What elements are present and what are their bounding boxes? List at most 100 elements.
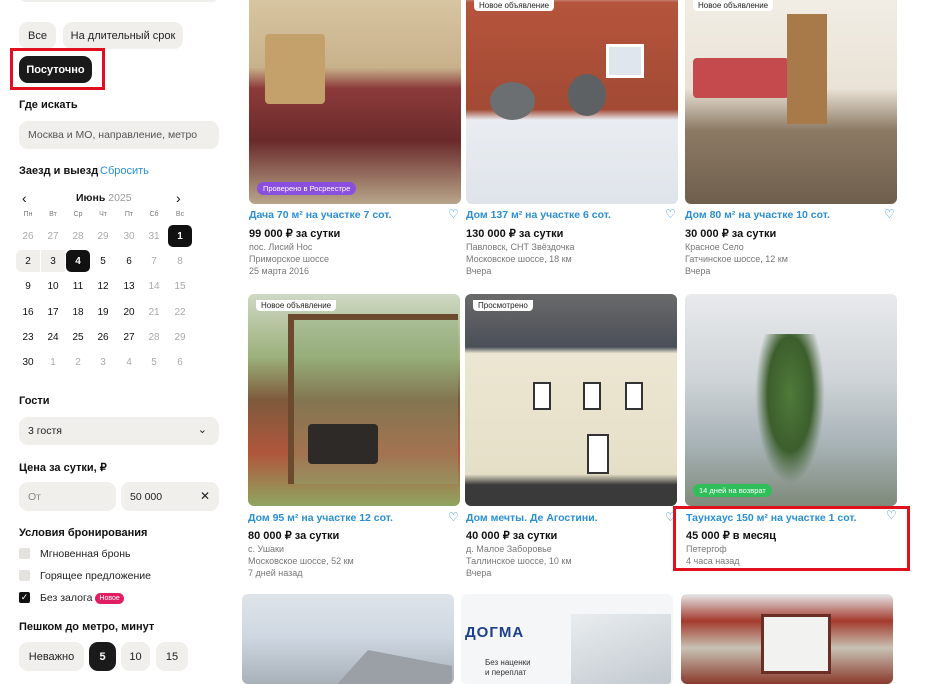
calendar-day[interactable]: 1 [168,225,192,247]
metro-15-button[interactable]: 15 [156,642,188,671]
calendar-day[interactable]: 1 [41,351,65,373]
weekday-label: Вт [49,211,57,218]
listing-photo-8[interactable] [681,594,893,684]
ad-line-1: Без наценки [485,658,531,667]
tab-all[interactable]: Все [19,22,56,49]
calendar-day[interactable]: 20 [117,301,141,323]
listing-title[interactable]: Дом мечты. Де Агостини. [466,512,598,524]
listing-photo-1[interactable]: Проверено в Росреестре [249,0,461,204]
calendar-day[interactable]: 29 [168,326,192,348]
listing-photo-6[interactable]: 14 дней на возврат [685,294,897,506]
listing-photo-5[interactable]: Просмотрено [465,294,677,506]
calendar-day[interactable]: 13 [117,275,141,297]
calendar-day[interactable]: 6 [168,351,192,373]
dates-label: Заезд и выезд [19,165,99,177]
listing-tag: Новое объявление [256,300,337,311]
metro-label: Пешком до метро, минут [19,621,155,633]
favorite-heart-icon[interactable]: ♡ [665,207,676,221]
bush-shape [568,74,606,116]
weekday-label: Вс [175,211,185,218]
listing-photo-7[interactable] [242,594,454,684]
calendar-day[interactable]: 15 [168,275,192,297]
calendar-day[interactable]: 9 [16,275,40,297]
calendar-day[interactable]: 21 [142,301,166,323]
calendar-day[interactable]: 5 [142,351,166,373]
calendar-day[interactable]: 3 [41,250,65,272]
listing-photo-2[interactable]: Новое объявление [466,0,678,204]
calendar-day[interactable]: 22 [168,301,192,323]
ad-image [571,614,671,684]
favorite-heart-icon[interactable]: ♡ [884,207,895,221]
no-deposit-checkbox[interactable]: ✓ [19,592,30,603]
where-input[interactable]: Москва и МО, направление, метро [19,121,219,149]
listing-title[interactable]: Дом 137 м² на участке 6 сот. [466,209,611,221]
calendar-day[interactable]: 23 [16,326,40,348]
instant-book-checkbox[interactable] [19,548,30,559]
calendar-day[interactable]: 26 [16,225,40,247]
calendar-day[interactable]: 4 [66,250,90,272]
instant-book-label: Мгновенная бронь [40,548,131,560]
calendar-day[interactable]: 26 [91,326,115,348]
calendar-day[interactable]: 12 [91,275,115,297]
calendar-day[interactable]: 5 [91,250,115,272]
listing-photo-3[interactable]: Новое объявление [685,0,897,204]
hot-offer-checkbox[interactable] [19,570,30,581]
listing-date: 4 часа назад [686,556,740,566]
calendar-day[interactable]: 25 [66,326,90,348]
chevron-down-icon: ⌄ [197,424,207,436]
calendar-day[interactable]: 3 [91,351,115,373]
listing-price: 130 000 ₽ за сутки [466,228,564,240]
ad-banner[interactable]: ДОГМА Без наценки и переплат [461,594,673,684]
listing-title[interactable]: Таунхаус 150 м² на участке 1 сот. [686,512,857,524]
metro-any-button[interactable]: Неважно [19,642,84,671]
price-to-input[interactable]: 50 000 ✕ [121,482,219,511]
favorite-heart-icon[interactable]: ♡ [448,207,459,221]
calendar-day[interactable]: 18 [66,301,90,323]
calendar-day[interactable]: 29 [91,225,115,247]
calendar-day[interactable]: 28 [66,225,90,247]
calendar-day[interactable]: 11 [66,275,90,297]
calendar-day[interactable]: 2 [66,351,90,373]
calendar-day[interactable]: 2 [16,250,40,272]
calendar-day[interactable]: 10 [41,275,65,297]
tab-daily[interactable]: Посуточно [19,56,92,83]
calendar-day[interactable]: 8 [168,250,192,272]
metro-10-button[interactable]: 10 [121,642,150,671]
listing-title[interactable]: Дача 70 м² на участке 7 сот. [249,209,391,221]
favorite-heart-icon[interactable]: ♡ [448,510,459,524]
calendar-day[interactable]: 30 [16,351,40,373]
door-shape [587,434,609,474]
listing-title[interactable]: Дом 80 м² на участке 10 сот. [685,209,830,221]
calendar-day[interactable]: 16 [16,301,40,323]
clear-icon[interactable]: ✕ [200,489,210,503]
guests-select[interactable]: 3 гостя ⌄ [19,417,219,445]
listing-price: 99 000 ₽ за сутки [249,228,341,240]
calendar-day[interactable]: 27 [117,326,141,348]
reset-dates-link[interactable]: Сбросить [100,165,149,177]
calendar-day[interactable]: 14 [142,275,166,297]
sofa-shape [693,58,789,98]
calendar-day[interactable]: 24 [41,326,65,348]
listing-photo-4[interactable]: Новое объявление [248,294,460,506]
listing-road: Гатчинское шоссе, 12 км [685,254,788,264]
calendar-day[interactable]: 6 [117,250,141,272]
calendar-day[interactable]: 28 [142,326,166,348]
calendar-day[interactable]: 27 [41,225,65,247]
listing-price: 45 000 ₽ в месяц [686,530,776,542]
calendar-day[interactable]: 7 [142,250,166,272]
calendar-day[interactable]: 19 [91,301,115,323]
calendar-day[interactable]: 17 [41,301,65,323]
calendar-day[interactable]: 31 [142,225,166,247]
price-from-input[interactable]: От [19,482,116,511]
window-shape [761,614,831,674]
calendar-day[interactable]: 4 [117,351,141,373]
listing-title[interactable]: Дом 95 м² на участке 12 сот. [248,512,393,524]
next-month-icon[interactable]: › [176,190,181,206]
favorite-heart-icon[interactable]: ♡ [886,508,897,522]
guests-label: Гости [19,395,50,407]
tab-long-term[interactable]: На длительный срок [63,22,183,49]
metro-5-button[interactable]: 5 [89,642,116,671]
price-label: Цена за сутки, ₽ [19,462,107,474]
calendar-day[interactable]: 30 [117,225,141,247]
prev-month-icon[interactable]: ‹ [22,190,27,206]
